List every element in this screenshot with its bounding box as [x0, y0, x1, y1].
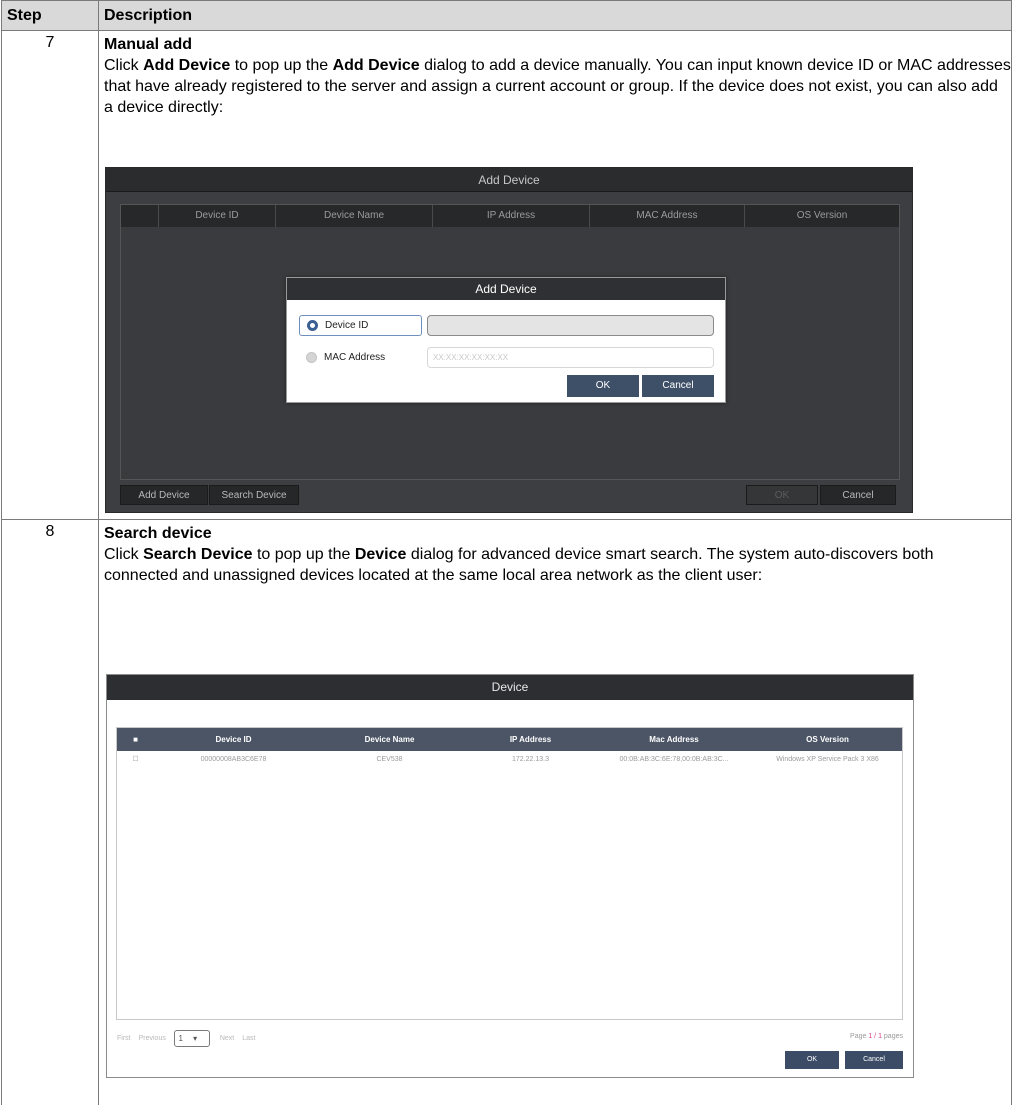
device-id-input[interactable] [427, 315, 714, 336]
add-device-button[interactable]: Add Device [120, 485, 208, 505]
device-list-panel: ■ Device ID Device Name IP Address Mac A… [116, 727, 903, 1020]
radio-unselected-icon [306, 352, 317, 363]
first-page-link[interactable]: First [117, 1035, 131, 1042]
column-header[interactable]: Device ID [159, 205, 276, 227]
column-header[interactable]: Mac Address [595, 728, 753, 751]
dialog-cancel-button[interactable]: Cancel [642, 375, 714, 397]
pagination: First Previous 1 ▾ Next Last [117, 1030, 263, 1047]
radio-selected-icon [307, 320, 318, 331]
cancel-button[interactable]: Cancel [820, 485, 896, 505]
device-id-radio[interactable]: Device ID [299, 315, 422, 336]
ok-button[interactable]: OK [746, 485, 818, 505]
table-row[interactable]: ☐ 00000008AB3C6E78 CEV538 172.22.13.3 00… [117, 751, 902, 769]
page-select[interactable]: 1 ▾ [173, 1030, 210, 1047]
search-device-button[interactable]: Search Device [209, 485, 299, 505]
mac-address-input[interactable]: XX:XX:XX:XX:XX:XX [427, 347, 714, 368]
mac-address-row: MAC Address [299, 347, 422, 368]
column-header[interactable]: MAC Address [590, 205, 745, 227]
mac-address-radio[interactable]: MAC Address [299, 347, 422, 368]
select-column-header [121, 205, 159, 227]
step-text: Click Search Device to pop up the Device… [104, 546, 934, 584]
cell-mac-address: 00:0B:AB:3C:6E:78,00:0B:AB:3C... [619, 756, 729, 763]
ok-button[interactable]: OK [785, 1051, 839, 1069]
header-step: Step [1, 0, 99, 31]
cell-ip-address: 172.22.13.3 [512, 756, 549, 763]
window-title: Add Device [106, 168, 912, 192]
column-header[interactable]: Device Name [276, 205, 433, 227]
column-header[interactable]: Device ID [154, 728, 313, 751]
step-number: 7 [1, 30, 99, 520]
step-title: Search device [104, 525, 212, 542]
column-header[interactable]: IP Address [433, 205, 590, 227]
step-title: Manual add [104, 36, 193, 53]
chevron-down-icon: ▾ [193, 1034, 198, 1043]
table-header: Device ID Device Name IP Address MAC Add… [121, 205, 899, 227]
step-number: 8 [1, 519, 99, 1105]
column-header[interactable]: IP Address [466, 728, 595, 751]
column-header[interactable]: OS Version [745, 205, 899, 227]
step-text: Click Add Device to pop up the Add Devic… [104, 57, 1011, 116]
select-all-checkbox[interactable]: ■ [117, 728, 154, 751]
column-header[interactable]: OS Version [753, 728, 902, 751]
dialog-title: Add Device [287, 278, 725, 300]
add-device-dialog: Add Device Device ID MAC Address XX:XX:X… [286, 277, 726, 403]
table-header: ■ Device ID Device Name IP Address Mac A… [117, 728, 902, 751]
window-title: Device [107, 675, 913, 700]
cell-device-name: CEV538 [376, 756, 403, 763]
next-page-link[interactable]: Next [220, 1035, 234, 1042]
device-screenshot: Device ■ Device ID Device Name IP Addres… [106, 674, 914, 1078]
dialog-ok-button[interactable]: OK [567, 375, 639, 397]
last-page-link[interactable]: Last [242, 1035, 255, 1042]
row-checkbox[interactable]: ☐ [117, 751, 154, 769]
cell-device-id: 00000008AB3C6E78 [200, 756, 267, 763]
cell-os-version: Windows XP Service Pack 3 X86 [776, 756, 879, 763]
column-header[interactable]: Device Name [313, 728, 466, 751]
header-description: Description [98, 0, 1012, 31]
page-info: Page 1 / 1 pages [850, 1033, 903, 1040]
cancel-button[interactable]: Cancel [845, 1051, 903, 1069]
device-id-row: Device ID [299, 315, 422, 336]
previous-page-link[interactable]: Previous [139, 1035, 166, 1042]
